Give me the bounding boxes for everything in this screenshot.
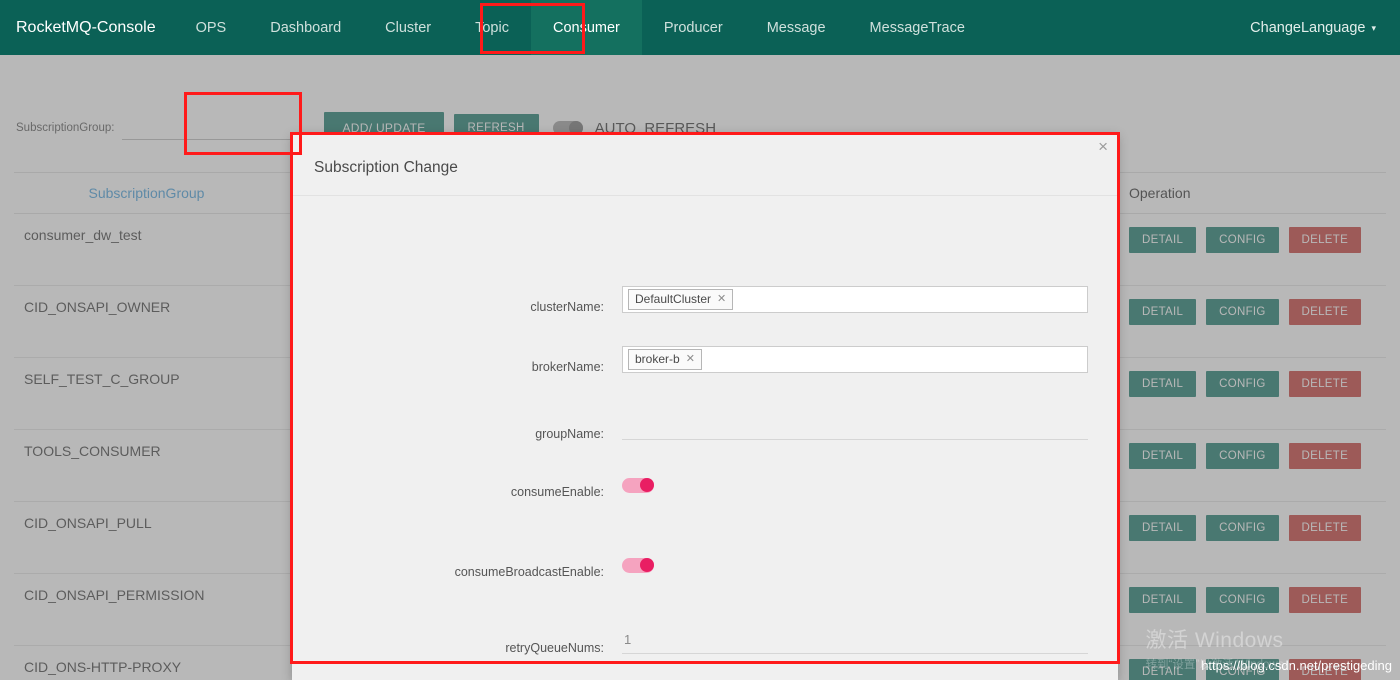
- change-language-menu[interactable]: ChangeLanguage ▾: [1250, 20, 1400, 36]
- groupname-input[interactable]: [622, 414, 1088, 440]
- detail-button[interactable]: DETAIL: [1129, 371, 1196, 397]
- config-button[interactable]: CONFIG: [1206, 587, 1279, 613]
- cell-subscriptiongroup: CID_ONS-HTTP-PROXY: [14, 646, 279, 680]
- chip-remove-icon[interactable]: ✕: [686, 353, 695, 366]
- navbar: RocketMQ-Console OPS Dashboard Cluster T…: [0, 0, 1400, 55]
- delete-button[interactable]: DELETE: [1289, 299, 1362, 325]
- modal-title: Subscription Change: [314, 159, 458, 177]
- brokername-label: brokerName:: [292, 361, 622, 374]
- cell-subscriptiongroup: consumer_dw_test: [14, 214, 279, 286]
- consumeenable-label: consumeEnable:: [292, 486, 622, 499]
- retryqueuenums-control: [622, 628, 1088, 654]
- clustername-chip-box[interactable]: DefaultCluster ✕: [622, 286, 1088, 313]
- config-button[interactable]: CONFIG: [1206, 515, 1279, 541]
- brokername-chip[interactable]: broker-b ✕: [628, 349, 702, 369]
- delete-button[interactable]: DELETE: [1289, 443, 1362, 469]
- nav-link-topic[interactable]: Topic: [453, 0, 531, 55]
- modal-header: Subscription Change ×: [292, 134, 1118, 196]
- field-row-groupname: groupName:: [292, 414, 1118, 440]
- field-row-consumeenable: consumeEnable:: [292, 478, 1118, 498]
- cell-operation: DETAIL CONFIG DELETE: [1119, 430, 1386, 502]
- consumebroadcastenable-label: consumeBroadcastEnable:: [292, 566, 622, 579]
- subscription-group-input[interactable]: [122, 116, 312, 140]
- toggle-knob-icon: [640, 558, 654, 572]
- consumebroadcastenable-control: [622, 558, 1088, 578]
- detail-button[interactable]: DETAIL: [1129, 227, 1196, 253]
- delete-button[interactable]: DELETE: [1289, 587, 1362, 613]
- brand-logo[interactable]: RocketMQ-Console: [0, 19, 174, 37]
- delete-button[interactable]: DELETE: [1289, 515, 1362, 541]
- cell-subscriptiongroup: CID_ONSAPI_PERMISSION: [14, 574, 279, 646]
- field-row-clustername: clusterName: DefaultCluster ✕: [292, 286, 1118, 313]
- nav-link-producer[interactable]: Producer: [642, 0, 745, 55]
- nav-link-messagetrace[interactable]: MessageTrace: [848, 0, 987, 55]
- retryqueuenums-label: retryQueueNums:: [292, 642, 622, 655]
- config-button[interactable]: CONFIG: [1206, 227, 1279, 253]
- col-header-subscriptiongroup[interactable]: SubscriptionGroup: [14, 173, 279, 214]
- detail-button[interactable]: DETAIL: [1129, 659, 1196, 680]
- cell-subscriptiongroup: CID_ONSAPI_PULL: [14, 502, 279, 574]
- brokername-chip-box[interactable]: broker-b ✕: [622, 346, 1088, 373]
- chip-remove-icon[interactable]: ✕: [717, 293, 726, 306]
- subscription-group-label: SubscriptionGroup:: [16, 122, 114, 134]
- cell-operation: DETAIL CONFIG DELETE: [1119, 214, 1386, 286]
- nav-link-consumer[interactable]: Consumer: [531, 0, 642, 55]
- nav-link-message[interactable]: Message: [745, 0, 848, 55]
- close-icon[interactable]: ×: [1098, 138, 1108, 155]
- col-header-operation: Operation: [1119, 173, 1386, 214]
- change-language-label: ChangeLanguage: [1250, 20, 1365, 36]
- clustername-control: DefaultCluster ✕: [622, 286, 1088, 313]
- consumebroadcastenable-toggle[interactable]: [622, 558, 654, 573]
- cell-subscriptiongroup: CID_ONSAPI_OWNER: [14, 286, 279, 358]
- auto-refresh-toggle[interactable]: [553, 121, 583, 135]
- cell-operation: DETAIL CONFIG DELETE: [1119, 502, 1386, 574]
- cell-operation: DETAIL CONFIG DELETE: [1119, 286, 1386, 358]
- groupname-label: groupName:: [292, 428, 622, 441]
- detail-button[interactable]: DETAIL: [1129, 515, 1196, 541]
- consumeenable-toggle[interactable]: [622, 478, 654, 493]
- nav-link-dashboard[interactable]: Dashboard: [248, 0, 363, 55]
- delete-button[interactable]: DELETE: [1289, 659, 1362, 680]
- config-button[interactable]: CONFIG: [1206, 299, 1279, 325]
- groupname-control: [622, 414, 1088, 440]
- retryqueuenums-input[interactable]: [622, 628, 1088, 654]
- field-row-consumebroadcastenable: consumeBroadcastEnable:: [292, 558, 1118, 578]
- detail-button[interactable]: DETAIL: [1129, 443, 1196, 469]
- toggle-knob-icon: [569, 121, 583, 135]
- toggle-knob-icon: [640, 478, 654, 492]
- modal-body: clusterName: DefaultCluster ✕ brokerName…: [292, 196, 1118, 680]
- field-row-brokername: brokerName: broker-b ✕: [292, 346, 1118, 373]
- config-button[interactable]: CONFIG: [1206, 371, 1279, 397]
- delete-button[interactable]: DELETE: [1289, 227, 1362, 253]
- delete-button[interactable]: DELETE: [1289, 371, 1362, 397]
- app-root: RocketMQ-Console OPS Dashboard Cluster T…: [0, 0, 1400, 680]
- nav-link-cluster[interactable]: Cluster: [363, 0, 453, 55]
- cell-subscriptiongroup: SELF_TEST_C_GROUP: [14, 358, 279, 430]
- cell-subscriptiongroup: TOOLS_CONSUMER: [14, 430, 279, 502]
- chevron-down-icon: ▾: [1371, 23, 1376, 34]
- consumeenable-control: [622, 478, 1088, 498]
- brokername-chip-label: broker-b: [635, 352, 680, 366]
- clustername-chip-label: DefaultCluster: [635, 292, 711, 306]
- cell-operation: DETAIL CONFIG DELETE: [1119, 574, 1386, 646]
- clustername-label: clusterName:: [292, 301, 622, 314]
- config-button[interactable]: CONFIG: [1206, 443, 1279, 469]
- brokername-control: broker-b ✕: [622, 346, 1088, 373]
- cell-operation: DETAIL CONFIG DELETE: [1119, 358, 1386, 430]
- detail-button[interactable]: DETAIL: [1129, 299, 1196, 325]
- detail-button[interactable]: DETAIL: [1129, 587, 1196, 613]
- cell-operation: DETAIL CONFIG DELETE: [1119, 646, 1386, 680]
- clustername-chip[interactable]: DefaultCluster ✕: [628, 289, 733, 309]
- subscription-change-modal: Subscription Change × clusterName: Defau…: [292, 134, 1118, 680]
- field-row-retryqueuenums: retryQueueNums:: [292, 628, 1118, 654]
- config-button[interactable]: CONFIG: [1206, 659, 1279, 680]
- nav-links: OPS Dashboard Cluster Topic Consumer Pro…: [174, 0, 987, 55]
- nav-link-ops[interactable]: OPS: [174, 0, 249, 55]
